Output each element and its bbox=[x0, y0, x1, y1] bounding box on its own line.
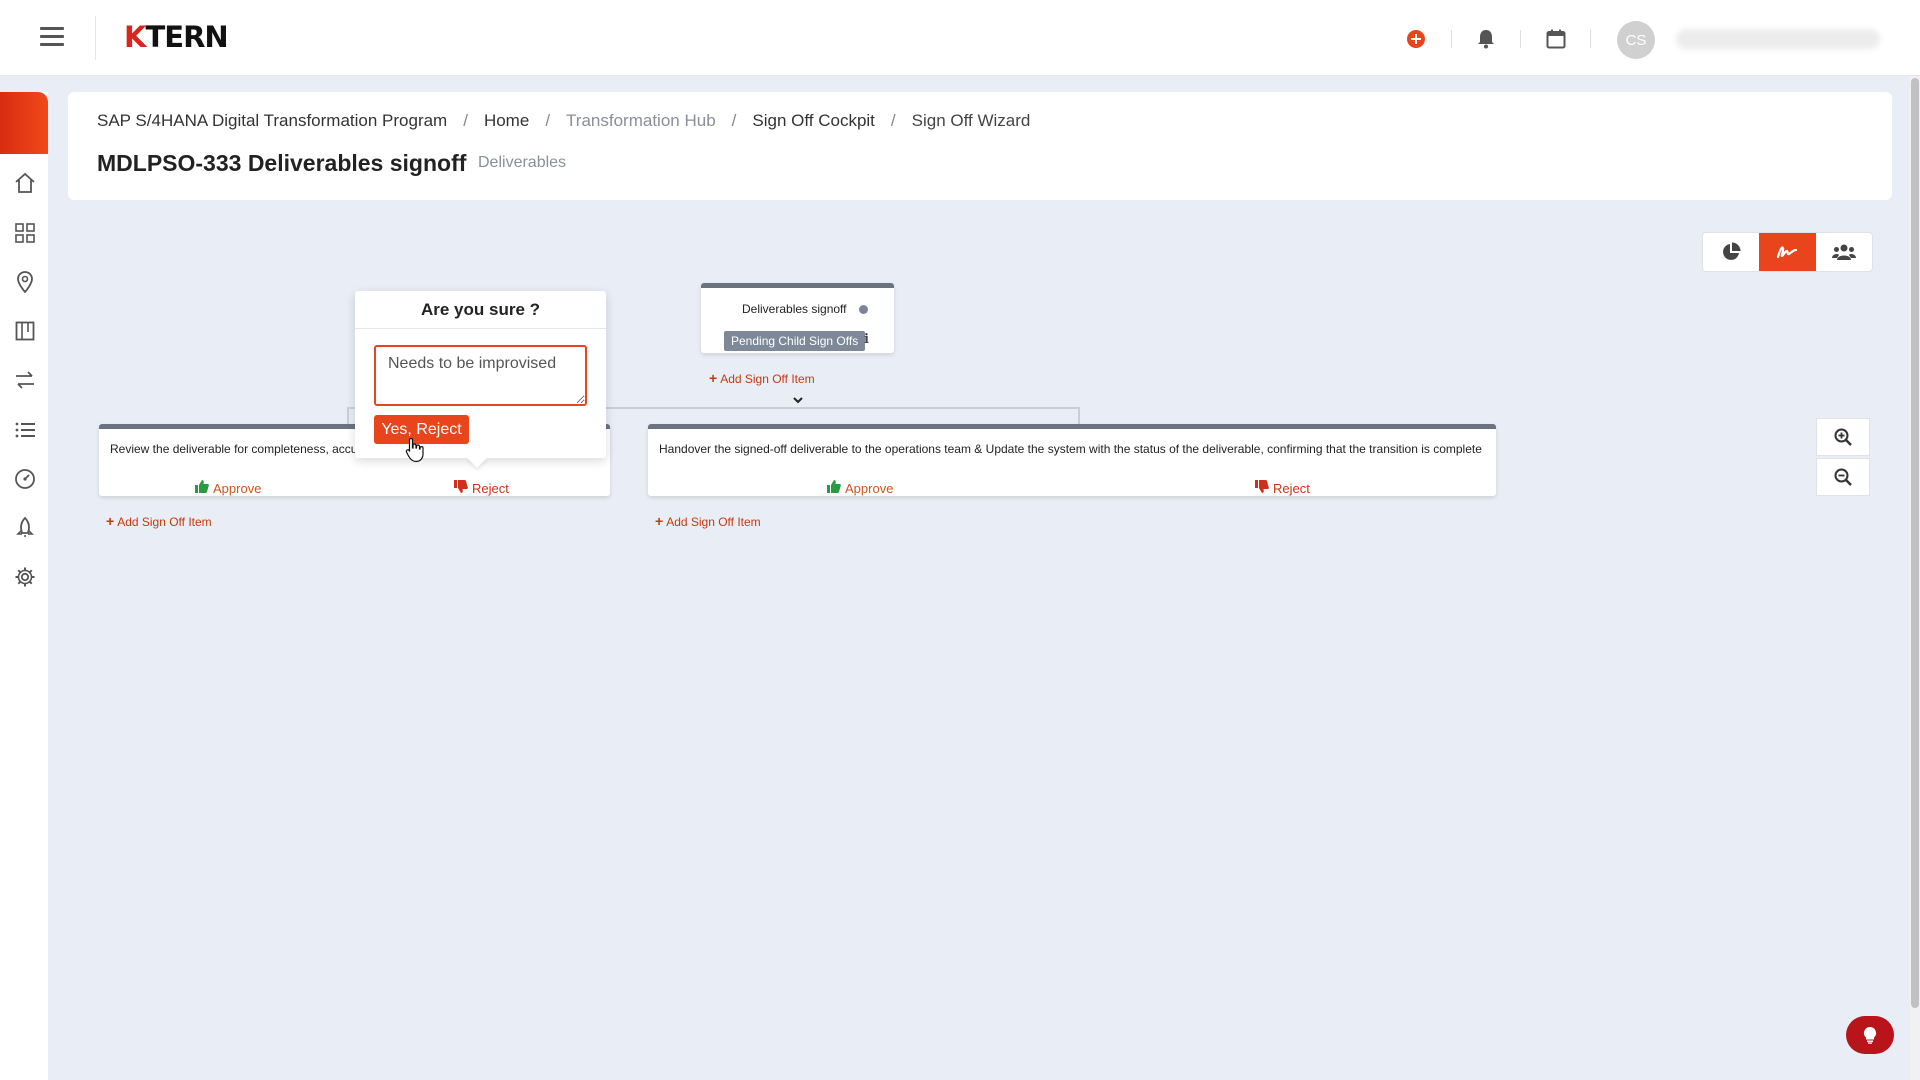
divider bbox=[1520, 30, 1521, 48]
lightbulb-icon bbox=[1863, 1026, 1877, 1044]
add-sign-off-item-label: Add Sign Off Item bbox=[666, 515, 761, 529]
divider bbox=[1590, 30, 1591, 48]
dashboard-gauge-icon[interactable] bbox=[14, 468, 36, 490]
user-name-blurred[interactable] bbox=[1676, 29, 1880, 49]
root-node-title-row: Deliverables signoff bbox=[742, 302, 868, 316]
signoff-item-text: Handover the signed-off deliverable to t… bbox=[659, 442, 1482, 456]
breadcrumb-home[interactable]: Home bbox=[484, 111, 529, 131]
thumbs-down-icon bbox=[454, 480, 468, 496]
transfer-icon[interactable] bbox=[14, 369, 36, 391]
breadcrumb: SAP S/4HANA Digital Transformation Progr… bbox=[97, 111, 1030, 131]
status-badge: Pending Child Sign Offs bbox=[724, 331, 866, 351]
gear-icon[interactable] bbox=[14, 566, 36, 588]
view-toggle bbox=[1702, 232, 1873, 272]
scrollbar-thumb[interactable] bbox=[1911, 78, 1919, 1008]
thumbs-up-icon bbox=[195, 480, 209, 496]
add-sign-off-item-link[interactable]: + Add Sign Off Item bbox=[655, 513, 761, 529]
breadcrumb-separator: / bbox=[463, 111, 468, 130]
breadcrumb-separator: / bbox=[731, 111, 737, 130]
approve-label: Approve bbox=[213, 480, 262, 496]
page-scrollbar[interactable] bbox=[1910, 76, 1920, 1080]
plus-icon: + bbox=[655, 513, 664, 529]
add-sign-off-item-link[interactable]: + Add Sign Off Item bbox=[106, 513, 212, 529]
zoom-in-icon bbox=[1834, 428, 1852, 446]
signoff-item-text: Review the deliverable for completeness,… bbox=[110, 442, 360, 456]
sidebar-active-accent bbox=[0, 92, 48, 154]
page-subtitle: Deliverables bbox=[478, 154, 567, 171]
info-icon[interactable]: i bbox=[864, 332, 869, 347]
plus-icon: + bbox=[106, 513, 115, 529]
hand-cursor-icon bbox=[405, 437, 425, 468]
breadcrumb-separator: / bbox=[890, 111, 896, 130]
breadcrumb-sign-off-cockpit[interactable]: Sign Off Cockpit bbox=[752, 111, 875, 131]
sidebar bbox=[0, 92, 48, 1080]
zoom-in-button[interactable] bbox=[1816, 418, 1870, 456]
users-view-button[interactable] bbox=[1816, 233, 1872, 271]
signoff-item-text-row: Handover the signed-off deliverable to t… bbox=[659, 442, 1489, 456]
signoff-root-node[interactable]: Deliverables signoff Pending Child Sign … bbox=[701, 283, 894, 353]
rocket-icon[interactable] bbox=[14, 517, 36, 539]
root-node-title: Deliverables signoff bbox=[742, 302, 847, 316]
popover-title: Are you sure ? bbox=[355, 291, 606, 329]
reject-confirm-popover: Are you sure ? Yes, Reject bbox=[355, 291, 606, 468]
add-circle-icon[interactable] bbox=[1405, 28, 1427, 50]
signature-view-button[interactable] bbox=[1759, 233, 1816, 271]
status-dot bbox=[858, 304, 868, 314]
breadcrumb-program[interactable]: SAP S/4HANA Digital Transformation Progr… bbox=[97, 111, 447, 131]
reject-label: Reject bbox=[472, 480, 509, 496]
pie-chart-view-button[interactable] bbox=[1703, 233, 1759, 271]
list-icon[interactable] bbox=[14, 419, 36, 441]
divider bbox=[95, 16, 96, 60]
zoom-out-button[interactable] bbox=[1816, 458, 1870, 496]
thumbs-down-icon bbox=[1255, 480, 1269, 496]
top-bar: KTERN CS bbox=[0, 0, 1920, 76]
reject-button[interactable]: Reject bbox=[1255, 480, 1310, 496]
chevron-down-icon[interactable] bbox=[792, 392, 804, 410]
zoom-out-icon bbox=[1834, 468, 1852, 486]
divider bbox=[1451, 30, 1452, 48]
approve-button[interactable]: Approve bbox=[195, 480, 261, 496]
plus-icon: + bbox=[709, 370, 718, 386]
reject-comment-input[interactable] bbox=[374, 345, 587, 406]
signoff-item-node[interactable]: Handover the signed-off deliverable to t… bbox=[648, 424, 1496, 496]
add-sign-off-item-link[interactable]: + Add Sign Off Item bbox=[709, 370, 815, 386]
reject-button[interactable]: Reject bbox=[454, 480, 509, 496]
avatar[interactable]: CS bbox=[1617, 21, 1655, 59]
approve-button[interactable]: Approve bbox=[827, 480, 893, 496]
help-bulb-button[interactable] bbox=[1846, 1016, 1894, 1054]
breadcrumb-transformation-hub[interactable]: Transformation Hub bbox=[566, 111, 716, 131]
home-icon[interactable] bbox=[14, 172, 36, 194]
board-icon[interactable] bbox=[14, 320, 36, 342]
reject-label: Reject bbox=[1273, 480, 1310, 496]
ktern-logo[interactable]: KTERN bbox=[124, 20, 229, 54]
grid-icon[interactable] bbox=[14, 222, 36, 244]
page-header: SAP S/4HANA Digital Transformation Progr… bbox=[68, 92, 1892, 200]
tree-connector bbox=[1078, 407, 1080, 425]
location-pin-icon[interactable] bbox=[14, 271, 36, 293]
approve-label: Approve bbox=[845, 480, 894, 496]
thumbs-up-icon bbox=[827, 480, 841, 496]
breadcrumb-sign-off-wizard: Sign Off Wizard bbox=[911, 111, 1031, 130]
breadcrumb-separator: / bbox=[545, 111, 551, 130]
tree-connector bbox=[347, 407, 349, 425]
page-title: MDLPSO-333 Deliverables signoff bbox=[97, 150, 467, 176]
add-sign-off-item-label: Add Sign Off Item bbox=[720, 372, 815, 386]
menu-icon[interactable] bbox=[40, 27, 64, 47]
add-sign-off-item-label: Add Sign Off Item bbox=[117, 515, 212, 529]
bell-icon[interactable] bbox=[1475, 28, 1497, 50]
calendar-icon[interactable] bbox=[1545, 28, 1567, 50]
